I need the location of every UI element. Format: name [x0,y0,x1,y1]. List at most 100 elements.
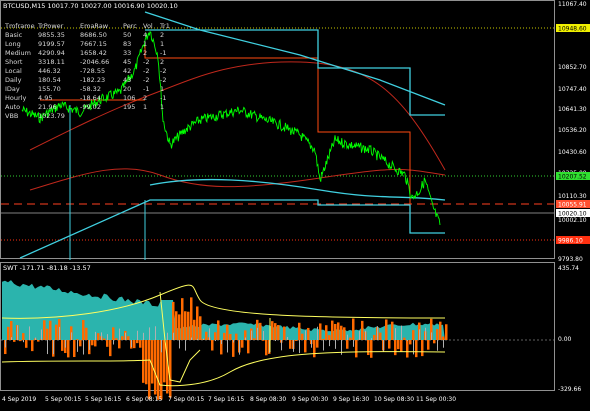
indicator-bar [400,340,403,352]
indicator-gray-bar [239,340,240,355]
indicator-gray-bar [221,340,222,344]
indicator-bar [409,340,412,344]
indicator-gray-bar [263,331,264,340]
table-cell: Medium [5,49,31,57]
indicator-bar [406,340,409,358]
indicator-bar [73,340,76,357]
time-axis-label: 7 Sep 00:15 [168,396,204,403]
indicator-bar [115,338,118,340]
time-axis-label: 10 Sep 08:30 [374,396,414,403]
indicator-bar [340,326,343,340]
table-cell: -1 [143,85,149,93]
indicator-bar [235,334,238,340]
indicator-gray-bar [71,332,72,340]
price-tag-label: 9986.10 [558,238,583,245]
indicator-bar [298,323,301,340]
indicator-bar [178,314,181,340]
indicator-bar [319,323,322,340]
indicator-gray-bar [77,340,78,352]
indicator-gray-bar [233,340,234,342]
indicator-gray-bar [131,340,132,347]
table-cell: 8686.50 [80,31,107,39]
indicator-gray-bar [359,331,360,340]
indicator-bar [79,340,82,346]
indicator-bar [205,332,208,340]
indicator-bar [139,340,142,348]
indicator-bar [76,339,79,340]
indicator-bar [106,340,109,347]
cyan-mid-band [150,180,445,200]
trading-chart[interactable]: BTCUSD,M15 10017.70 10027.00 10016.90 10… [0,0,590,407]
price-tags: 10948.60 10207.52 10055.91 10020.10 9986… [556,24,590,245]
indicator-bar [421,340,424,356]
table-cell: 20 [123,85,131,93]
indicator-bar [133,340,136,348]
indicator-bar [337,322,340,340]
indicator-bar [136,340,139,343]
indicator-gray-bar [41,330,42,340]
table-cell: -1 [160,49,166,57]
indicator-bar [31,340,34,351]
indicator-bar [46,329,49,340]
indicator-gray-bar [443,340,444,348]
indicator-bar [190,297,193,340]
indicator-gray-bar [53,340,54,354]
indicator-gray-bar [383,340,384,352]
indicator-bar [265,340,268,355]
indicator-bar [157,340,160,400]
indicator-bar [247,340,250,353]
indicator-bar [343,327,346,340]
table-cell: Basic [5,31,23,39]
cyan-step-band [145,30,445,115]
price-axis: 11067.40 10852.70 10747.40 10641.30 1053… [558,1,587,263]
indicator-gray-bar [419,329,420,340]
table-cell: -2046.66 [80,58,109,66]
chart-symbol-header: BTCUSD,M15 10017.70 10027.00 10016.90 10… [3,2,178,10]
indicator-gray-bar [5,340,6,347]
indicator-bar [373,335,376,340]
table-cell: 1 [143,103,147,111]
indicator-gray-bar [209,328,210,340]
indicator-bar [436,329,439,340]
indicator-bar [181,298,184,340]
indicator-gray-bar [203,339,204,340]
table-cell: 2 [143,94,147,102]
indicator-bar [103,338,106,340]
indicator-bar [121,336,124,340]
indicator-bar [67,340,70,357]
indicator-bar [223,333,226,340]
table-cell: -728.55 [80,67,105,75]
indicator-bar [154,340,157,395]
table-cell: 83 [123,40,131,48]
indicator-bar [169,340,172,398]
time-axis-label: 11 Sep 00:30 [416,396,456,403]
indicator-bar [85,328,88,340]
indicator-gray-bar [413,340,414,354]
indicator-bar [412,330,415,340]
table-header-cell: Tmframe [4,22,35,30]
table-cell: 1 [160,103,164,111]
indicator-bar [175,311,178,340]
indicator-gray-bar [293,340,294,352]
table-cell: -1 [160,94,166,102]
table-cell: -58.32 [80,85,101,93]
price-tag-label: 10948.60 [558,26,587,33]
indicator-bar [13,340,16,342]
table-cell: VBB [5,112,18,120]
table-cell: 446.32 [38,67,61,75]
indicator-axis-label: 0.00 [558,336,572,343]
price-axis-label: 10110.30 [558,193,587,200]
table-header-cell: Vol [143,22,153,30]
indicator-bar [352,318,355,340]
indicator-gray-bar [125,333,126,340]
cyan-lower-band [20,200,445,258]
table-cell: -2 [160,67,166,75]
indicator-gray-bar [311,340,312,348]
indicator-bar [325,325,328,340]
indicator-gray-bar [317,327,318,340]
indicator-gray-bar [353,340,354,347]
table-cell: -99.02 [80,103,101,111]
indicator-bar [61,340,64,351]
indicator-bar [37,340,40,342]
time-axis-label: 9 Sep 16:30 [333,396,369,403]
